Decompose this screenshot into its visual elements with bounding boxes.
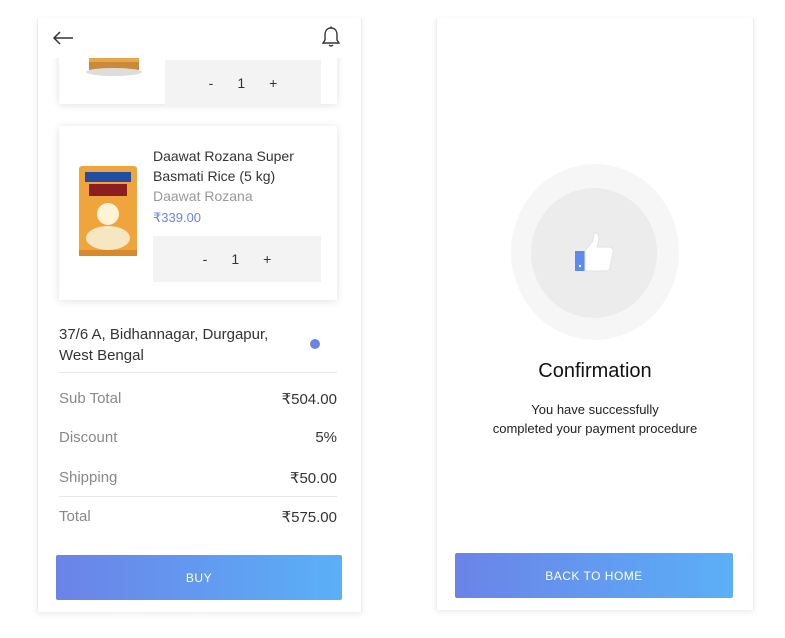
thumbs-up-icon bbox=[575, 232, 614, 272]
quantity-stepper: - 1 + bbox=[153, 236, 321, 282]
product-price: ₹339.00 bbox=[153, 210, 202, 225]
shipping-value: ₹50.00 bbox=[289, 470, 337, 487]
decrease-button[interactable]: - bbox=[199, 251, 212, 267]
subtotal-row: Sub Total ₹504.00 bbox=[59, 390, 337, 408]
delivery-address: 37/6 A, Bidhannagar, Durgapur, West Beng… bbox=[59, 326, 269, 364]
app-bar bbox=[38, 18, 361, 58]
confirmation-title: Confirmation bbox=[538, 360, 652, 382]
back-to-home-button[interactable]: BACK TO HOME bbox=[455, 553, 733, 598]
cart-screen: - 1 + Daawat Rozana Super Basmati Rice (… bbox=[37, 18, 362, 612]
quantity-stepper: - 1 + bbox=[165, 60, 321, 106]
product-name: Daawat Rozana Super Basmati Rice (5 kg) bbox=[153, 148, 294, 184]
increase-button[interactable]: + bbox=[265, 75, 281, 91]
confirmation-message-line2: completed your payment procedure bbox=[492, 421, 698, 436]
arrow-left-icon[interactable] bbox=[52, 28, 74, 48]
discount-value: 5% bbox=[315, 429, 337, 446]
quantity-value: 1 bbox=[237, 75, 246, 91]
discount-row: Discount 5% bbox=[59, 429, 337, 446]
quantity-value: 1 bbox=[231, 251, 240, 267]
subtotal-value: ₹504.00 bbox=[281, 391, 337, 408]
buy-button[interactable]: BUY bbox=[56, 555, 342, 600]
product-brand: Daawat Rozana bbox=[153, 188, 253, 204]
product-image bbox=[75, 164, 141, 262]
confirmation-message-line1: You have successfully bbox=[531, 402, 659, 417]
bell-icon[interactable] bbox=[321, 26, 341, 48]
divider bbox=[59, 496, 337, 497]
shipping-label: Shipping bbox=[59, 469, 118, 486]
shipping-row: Shipping ₹50.00 bbox=[59, 469, 337, 487]
decrease-button[interactable]: - bbox=[205, 75, 218, 91]
cart-item-card: Daawat Rozana Super Basmati Rice (5 kg) … bbox=[59, 126, 337, 300]
total-label: Total bbox=[59, 508, 91, 525]
confirmation-screen: Confirmation You have successfully compl… bbox=[436, 18, 754, 610]
divider bbox=[59, 372, 337, 373]
address-radio-selected[interactable] bbox=[310, 339, 320, 349]
discount-label: Discount bbox=[59, 429, 118, 446]
subtotal-label: Sub Total bbox=[59, 390, 122, 407]
total-row: Total ₹575.00 bbox=[59, 508, 337, 526]
confirmation-message: You have successfully completed your pay… bbox=[437, 400, 753, 438]
increase-button[interactable]: + bbox=[259, 251, 275, 267]
total-value: ₹575.00 bbox=[281, 509, 337, 526]
